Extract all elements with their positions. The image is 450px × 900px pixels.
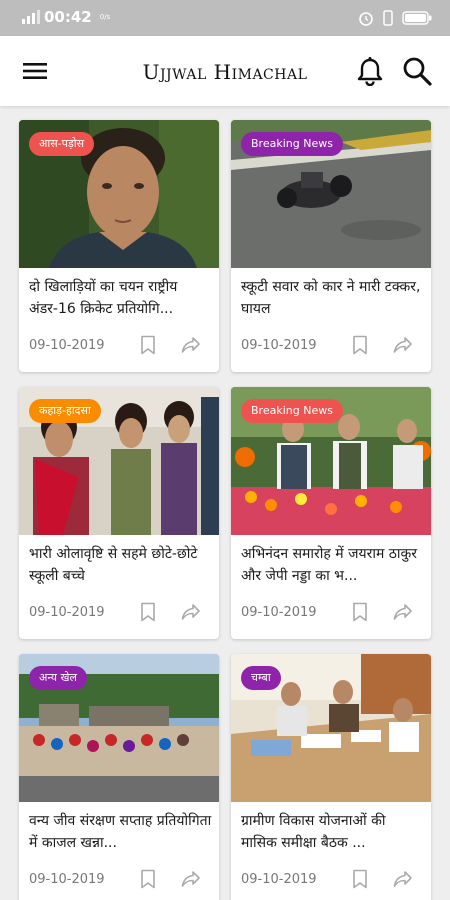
news-headline[interactable]: ग्रामीण विकास योजनाओं की मासिक समीक्षा ब… [241, 810, 425, 854]
category-tag[interactable]: Breaking News [241, 399, 343, 423]
bookmark-icon[interactable] [351, 602, 369, 622]
news-card[interactable]: अन्य खेल वन्य जीव संरक्षण सप्ताह प्रतियो… [19, 654, 219, 900]
bookmark-icon[interactable] [139, 335, 157, 355]
news-headline[interactable]: भारी ओलावृष्टि से सहमे छोटे-छोटे स्कूली … [29, 543, 213, 587]
search-icon[interactable] [402, 56, 432, 86]
news-card[interactable]: Breaking News अभिनंदन समारोह में जयराम ठ… [231, 387, 431, 639]
news-headline[interactable]: स्कूटी सवार को कार ने मारी टक्कर, घायल [241, 276, 425, 320]
news-date: 09-10-2019 [29, 338, 105, 353]
share-icon[interactable] [181, 603, 201, 621]
category-tag[interactable]: अन्य खेल [29, 666, 87, 690]
news-headline[interactable]: अभिनंदन समारोह में जयराम ठाकुर और जेपी न… [241, 543, 425, 587]
clock-time: 00:42 [44, 8, 92, 26]
bookmark-icon[interactable] [351, 335, 369, 355]
news-thumbnail: Breaking News [231, 120, 431, 268]
news-card[interactable]: चम्बा ग्रामीण विकास योजनाओं की मासिक समी… [231, 654, 431, 900]
news-date: 09-10-2019 [29, 872, 105, 887]
share-icon[interactable] [393, 870, 413, 888]
news-thumbnail: अन्य खेल [19, 654, 219, 802]
app-bar: Ujjwal Himachal [0, 36, 450, 106]
vibrate-icon [383, 10, 393, 26]
status-bar: 00:42 0/s [0, 0, 450, 36]
notification-bell-icon[interactable] [356, 56, 384, 86]
news-headline[interactable]: दो खिलाड़ियों का चयन राष्ट्रीय अंडर-16 क… [29, 276, 213, 320]
signal-icon [22, 10, 40, 24]
news-date: 09-10-2019 [29, 605, 105, 620]
news-date: 09-10-2019 [241, 605, 317, 620]
network-speed: 0/s [99, 13, 111, 21]
bookmark-icon[interactable] [351, 869, 369, 889]
news-date: 09-10-2019 [241, 872, 317, 887]
share-icon[interactable] [181, 870, 201, 888]
battery-icon [402, 11, 432, 25]
alarm-icon [359, 12, 373, 26]
share-icon[interactable] [393, 603, 413, 621]
share-icon[interactable] [181, 336, 201, 354]
news-thumbnail: आस-पड़ोस [19, 120, 219, 268]
news-thumbnail: कहाड़-हादसा [19, 387, 219, 535]
category-tag[interactable]: कहाड़-हादसा [29, 399, 101, 423]
news-card[interactable]: आस-पड़ोस दो खिलाड़ियों का चयन राष्ट्रीय … [19, 120, 219, 372]
share-icon[interactable] [393, 336, 413, 354]
news-thumbnail: चम्बा [231, 654, 431, 802]
bookmark-icon[interactable] [139, 869, 157, 889]
news-date: 09-10-2019 [241, 338, 317, 353]
news-thumbnail: Breaking News [231, 387, 431, 535]
news-card[interactable]: कहाड़-हादसा भारी ओलावृष्टि से सहमे छोटे-… [19, 387, 219, 639]
category-tag[interactable]: Breaking News [241, 132, 343, 156]
news-card[interactable]: Breaking News स्कूटी सवार को कार ने मारी… [231, 120, 431, 372]
category-tag[interactable]: आस-पड़ोस [29, 132, 95, 156]
news-headline[interactable]: वन्य जीव संरक्षण सप्ताह प्रतियोगिता में … [29, 810, 213, 854]
category-tag[interactable]: चम्बा [241, 666, 281, 690]
bookmark-icon[interactable] [139, 602, 157, 622]
